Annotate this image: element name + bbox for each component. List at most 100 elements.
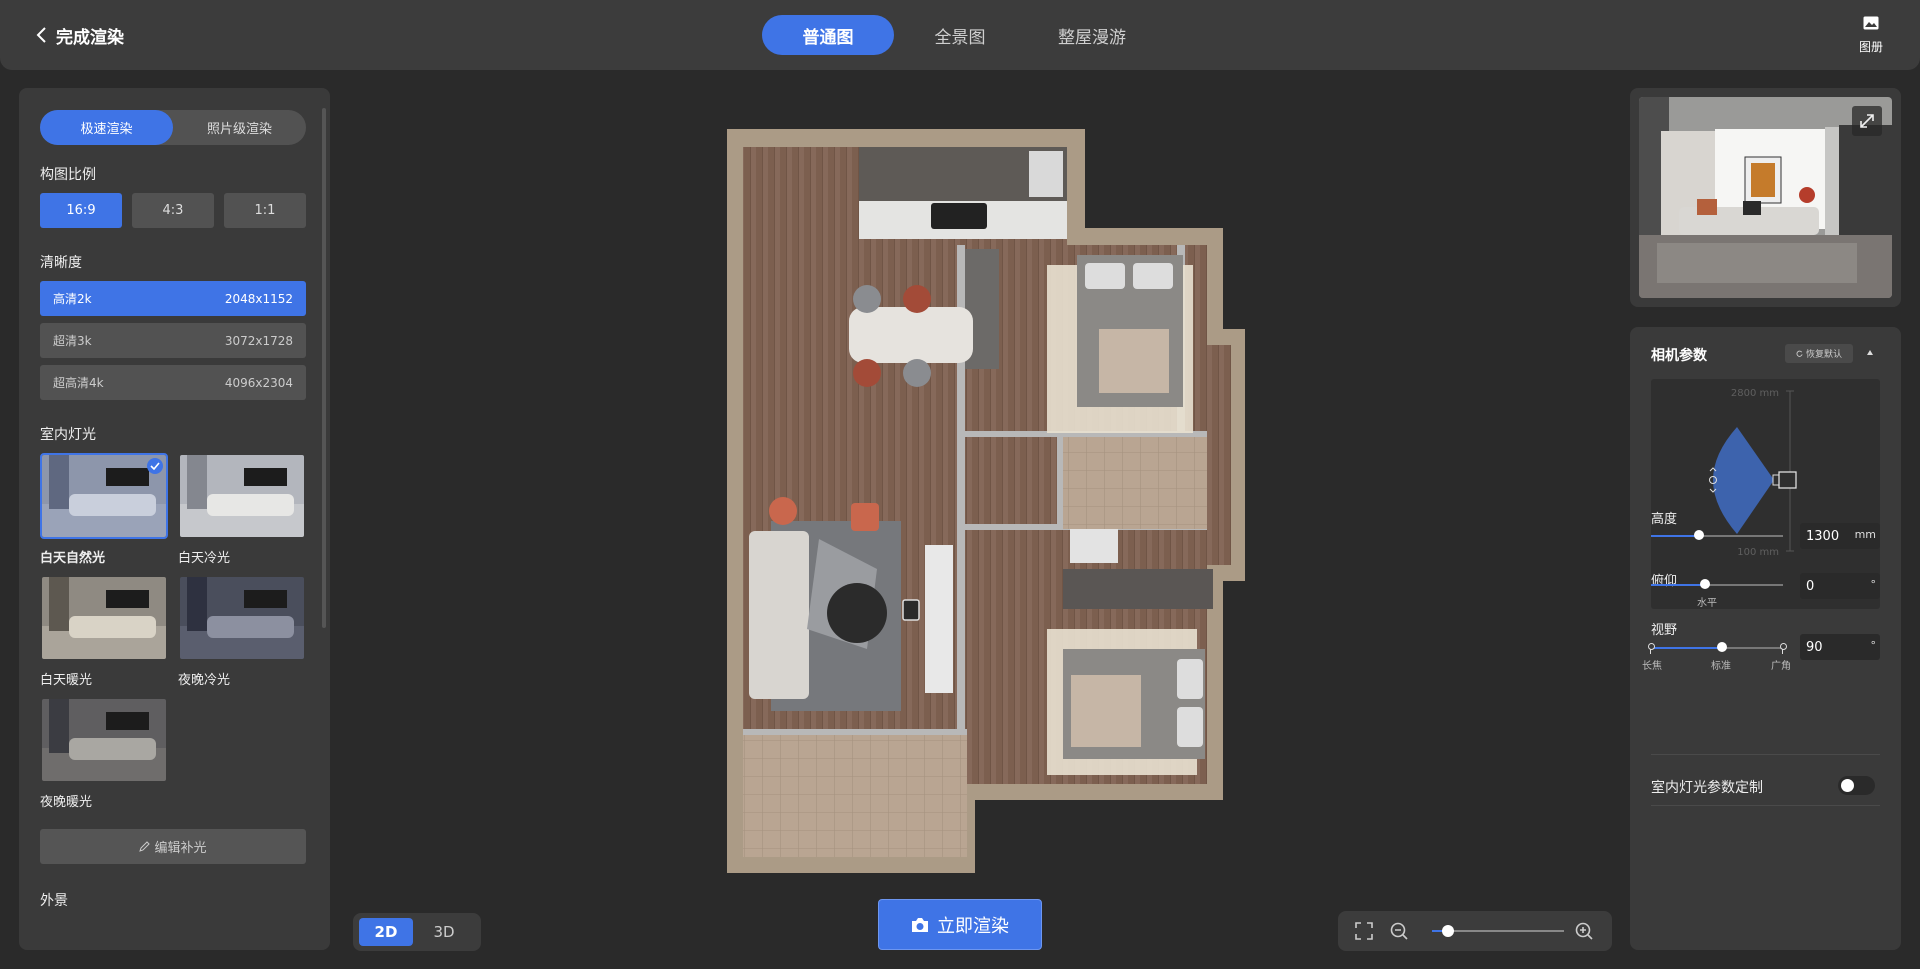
pitch-input[interactable]	[1806, 578, 1848, 594]
view-tabs: 普通图 全景图 整屋漫游	[762, 15, 1158, 55]
fov-wide-label: 广角	[1771, 661, 1791, 672]
album-icon	[1863, 16, 1879, 30]
lighting-day-warm[interactable]: 白天暖光	[40, 575, 168, 697]
lighting-options: 白天自然光 白天冷光 白天暖光 夜晚冷光 夜晚暖光	[40, 453, 309, 819]
divider	[1651, 754, 1880, 755]
resolution-name: 超清3k	[53, 334, 92, 348]
resolution-4k[interactable]: 超高清4k 4096x2304	[40, 365, 306, 400]
reset-default-button[interactable]: 恢复默认	[1785, 344, 1853, 363]
fov-tick-tele	[1647, 643, 1655, 654]
album-label: 图册	[1858, 40, 1883, 54]
zoom-slider[interactable]	[1432, 925, 1564, 937]
ratio-4-3[interactable]: 4:3	[132, 193, 214, 228]
zoom-slider-knob[interactable]	[1441, 925, 1454, 937]
lighting-thumbnail	[40, 697, 168, 783]
pitch-slider[interactable]	[1651, 579, 1783, 589]
resolution-title: 清晰度	[40, 255, 82, 271]
resolution-size: 4096x2304	[224, 375, 293, 390]
lighting-label: 夜晚暖光	[40, 795, 93, 810]
resolution-size: 3072x1728	[224, 333, 293, 348]
camera-min-height-label: 100 mm	[1737, 547, 1779, 558]
edit-fill-light-button[interactable]: 编辑补光	[40, 829, 306, 864]
divider	[1651, 805, 1880, 806]
camera-params-title: 相机参数	[1651, 348, 1707, 364]
tab-panorama[interactable]: 全景图	[894, 15, 1026, 55]
ratio-title: 构图比例	[40, 167, 96, 183]
tab-walkthrough[interactable]: 整屋漫游	[1026, 15, 1158, 55]
lighting-thumbnail	[40, 575, 168, 661]
zoom-controls	[1338, 911, 1612, 951]
render-now-button[interactable]: 立即渲染	[878, 899, 1042, 950]
lighting-label: 夜晚冷光	[178, 673, 231, 688]
fov-slider[interactable]	[1647, 642, 1787, 654]
render-now-label: 立即渲染	[937, 915, 1009, 937]
tab-normal[interactable]: 普通图	[762, 15, 894, 55]
left-panel-scrollbar[interactable]	[322, 108, 326, 628]
pitch-slider-fill	[1651, 584, 1706, 586]
pitch-label: 俯仰	[1651, 574, 1678, 589]
resolution-2k[interactable]: 高清2k 2048x1152	[40, 281, 306, 316]
custom-light-label: 室内灯光参数定制	[1651, 780, 1763, 796]
fov-tick-wide	[1779, 643, 1787, 654]
mode-photo-render[interactable]: 照片级渲染	[173, 110, 306, 145]
edit-fill-light-label: 编辑补光	[154, 841, 207, 856]
lighting-thumbnail	[178, 453, 306, 539]
chevron-left-icon	[36, 27, 46, 43]
lighting-day-cool[interactable]: 白天冷光	[178, 453, 306, 575]
zoom-in-icon[interactable]	[1574, 921, 1594, 941]
resolution-size: 2048x1152	[224, 291, 293, 306]
camera-params-panel: 相机参数 恢复默认 2800 mm 100 mm 高度 mm 俯仰 水平	[1630, 327, 1901, 950]
refresh-icon	[1796, 350, 1803, 357]
height-input[interactable]	[1806, 528, 1848, 544]
lighting-thumbnail	[178, 575, 306, 661]
resolution-3k[interactable]: 超清3k 3072x1728	[40, 323, 306, 358]
top-bar: 完成渲染 普通图 全景图 整屋漫游 图册	[0, 0, 1920, 70]
lighting-day-natural[interactable]: 白天自然光	[40, 453, 168, 575]
collapse-caret-icon[interactable]	[1867, 350, 1873, 355]
back-button[interactable]: 完成渲染	[36, 22, 124, 48]
ratio-1-1[interactable]: 1:1	[224, 193, 306, 228]
height-input-box[interactable]: mm	[1800, 523, 1880, 549]
height-label: 高度	[1651, 512, 1678, 527]
lighting-label: 白天自然光	[40, 551, 106, 566]
height-slider-fill	[1651, 535, 1699, 537]
lighting-night-warm[interactable]: 夜晚暖光	[40, 697, 168, 819]
zoom-out-icon[interactable]	[1389, 921, 1409, 941]
fullscreen-icon[interactable]	[1354, 921, 1374, 941]
ratio-16-9[interactable]: 16:9	[40, 193, 122, 228]
view-3d-button[interactable]: 3D	[417, 918, 471, 946]
view-2d-button[interactable]: 2D	[359, 918, 413, 946]
lighting-night-cool[interactable]: 夜晚冷光	[178, 575, 306, 697]
view-dimension-toggle: 2D 3D	[353, 913, 481, 951]
height-slider[interactable]	[1651, 530, 1783, 540]
album-button[interactable]: 图册	[1854, 16, 1888, 55]
mode-fast-render[interactable]: 极速渲染	[40, 110, 173, 145]
resolution-name: 高清2k	[53, 292, 92, 306]
expand-preview-button[interactable]	[1852, 106, 1882, 136]
camera-icon	[912, 917, 928, 932]
custom-light-toggle[interactable]	[1838, 776, 1875, 795]
lighting-thumbnail	[40, 453, 168, 539]
back-label: 完成渲染	[56, 27, 124, 48]
floor-plan	[727, 129, 1245, 873]
fov-standard-label: 标准	[1711, 661, 1731, 672]
height-slider-knob[interactable]	[1693, 530, 1704, 540]
pitch-horizontal-label: 水平	[1697, 598, 1717, 609]
fov-input-box[interactable]: °	[1800, 634, 1880, 660]
fov-unit: °	[1870, 639, 1877, 652]
pitch-unit: °	[1870, 578, 1877, 591]
ratio-options: 16:9 4:3 1:1	[40, 193, 309, 228]
pitch-input-box[interactable]: °	[1800, 573, 1880, 599]
exterior-title: 外景	[40, 893, 68, 909]
fov-slider-knob[interactable]	[1717, 642, 1728, 652]
check-icon	[147, 458, 163, 474]
fov-label: 视野	[1651, 623, 1678, 638]
lighting-label: 白天冷光	[178, 551, 231, 566]
resolution-name: 超高清4k	[53, 376, 104, 390]
fov-input[interactable]	[1806, 639, 1848, 655]
lighting-label: 白天暖光	[40, 673, 93, 688]
pencil-icon	[139, 841, 151, 852]
floor-plan-canvas[interactable]	[727, 129, 1247, 873]
render-mode-toggle: 极速渲染 照片级渲染	[40, 110, 306, 145]
fov-tele-label: 长焦	[1642, 661, 1662, 672]
